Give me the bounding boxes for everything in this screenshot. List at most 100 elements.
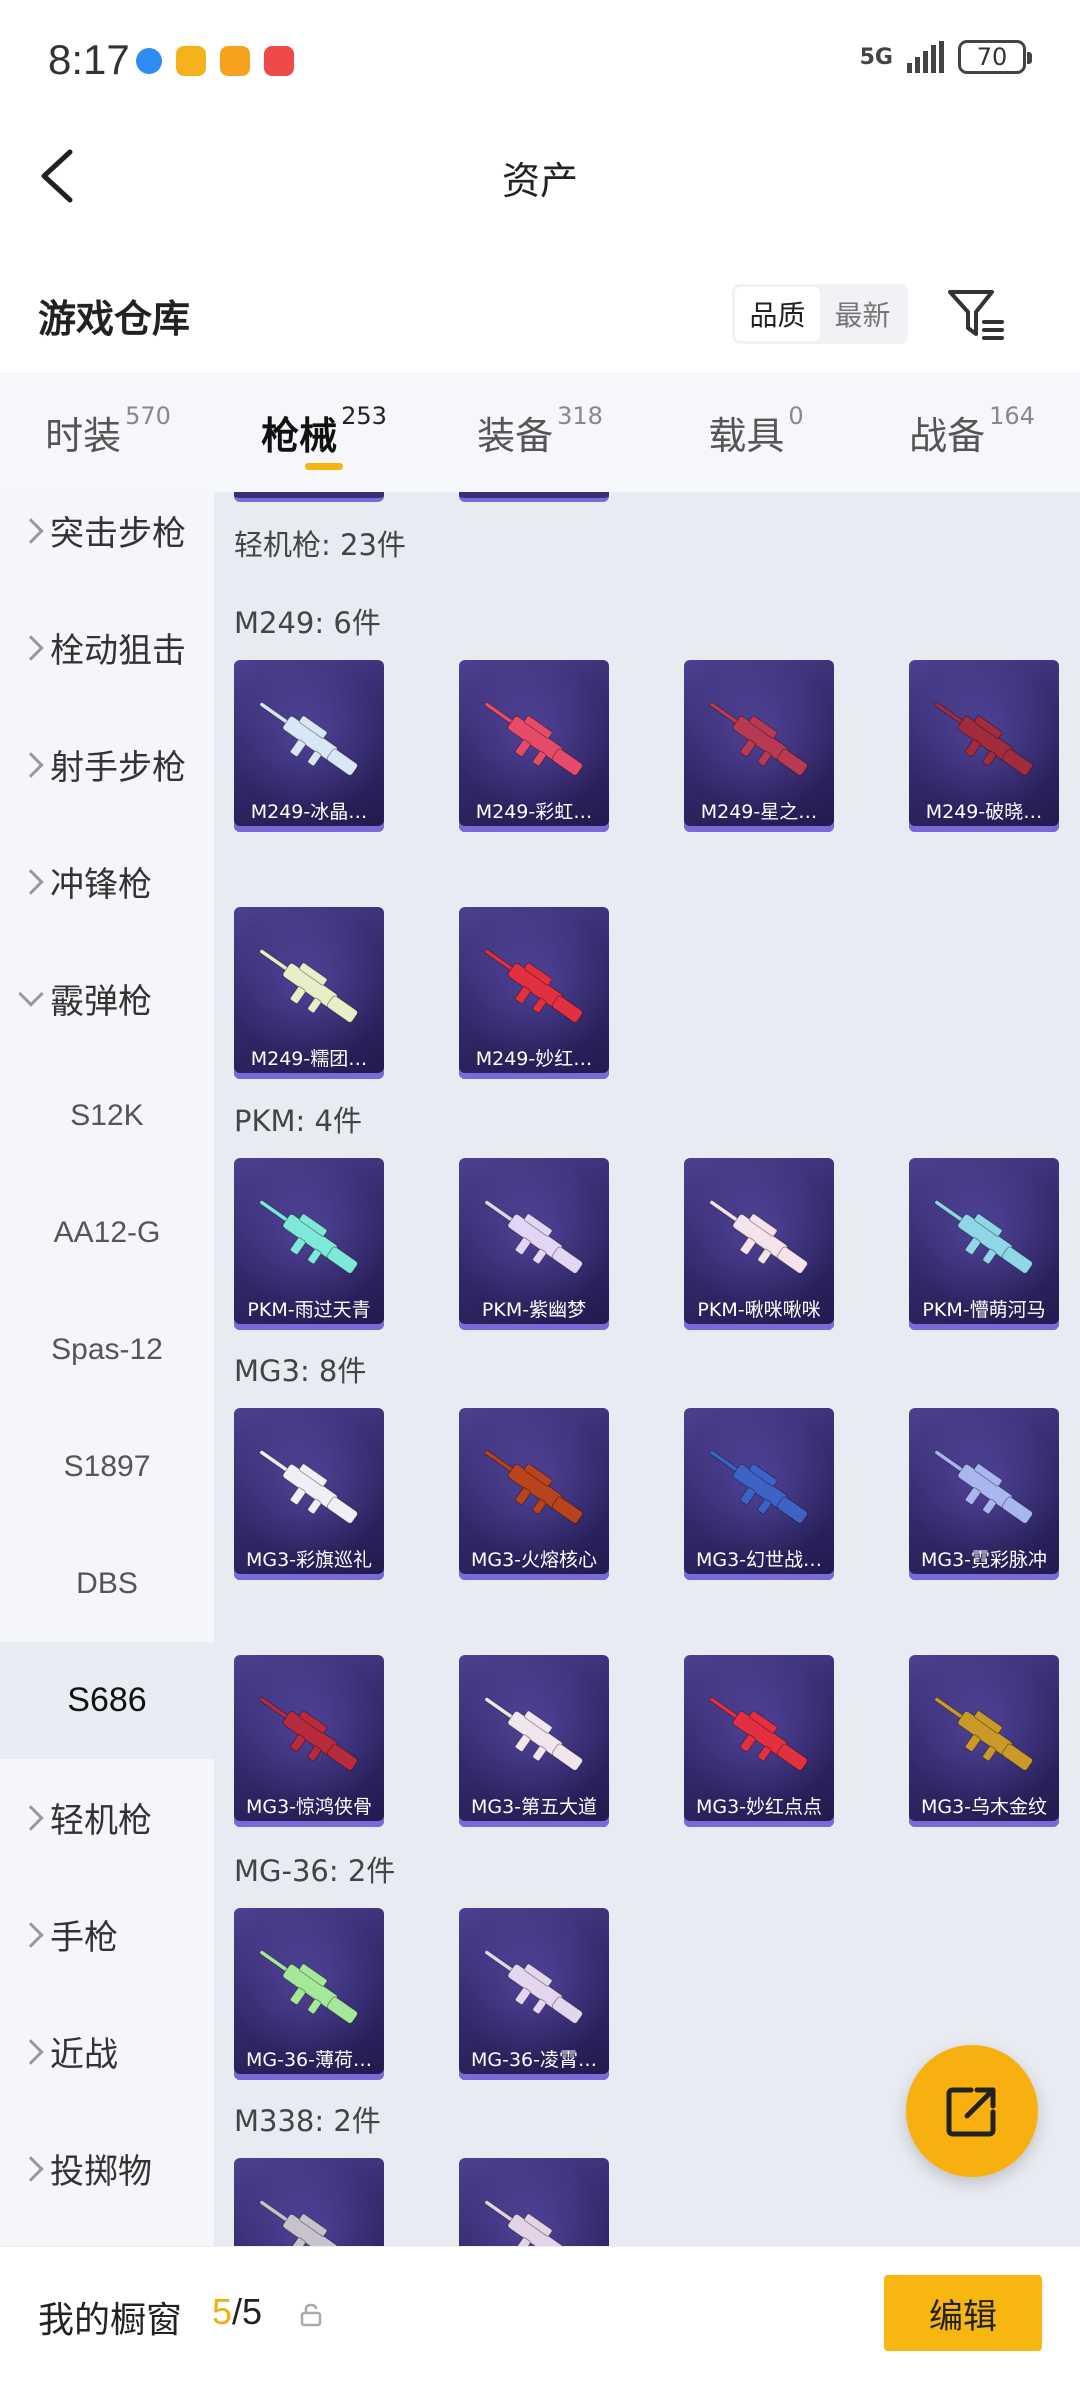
weapon-card[interactable]: MG3-乌木金纹: [909, 1655, 1059, 1827]
weapon-card-name: MG-36-凌霄…: [470, 2049, 597, 2071]
lock-icon: [300, 2303, 322, 2327]
category-tabs: 时装 570 枪械 253 装备 318 载具 0 战备 164: [0, 372, 1080, 492]
sidebar-item-label: 栓动狙击: [50, 631, 186, 671]
sidebar-group[interactable]: 突击步枪: [0, 492, 214, 589]
sidebar-subitem[interactable]: S686: [0, 1642, 214, 1759]
tab-count: 570: [125, 402, 171, 430]
weapon-type-sidebar: 突击步枪栓动狙击射手步枪冲锋枪霰弹枪 S12K AA12-G Spas-12 S1897…: [0, 492, 214, 2246]
weapon-card[interactable]: [234, 2158, 384, 2246]
weapon-card[interactable]: M249-妙红…: [459, 907, 609, 1079]
weapon-card[interactable]: M249-星之…: [684, 660, 834, 832]
edit-button[interactable]: 编辑: [884, 2275, 1042, 2351]
sidebar-item-label: 冲锋枪: [50, 865, 152, 905]
weapon-skin-image: [484, 702, 583, 776]
weapon-card[interactable]: PKM-雨过天青: [234, 1158, 384, 1330]
weapon-skin-image: [484, 1200, 583, 1274]
sort-quality[interactable]: 品质: [735, 287, 820, 341]
sidebar-group[interactable]: 霰弹枪: [0, 940, 214, 1057]
weapon-card[interactable]: MG3-火熔核心: [459, 1408, 609, 1580]
sidebar-subitem[interactable]: S12K: [0, 1057, 214, 1174]
battery-level: 70: [976, 43, 1008, 71]
showcase-total: /5: [232, 2291, 263, 2332]
filter-button[interactable]: [944, 282, 1008, 346]
bottom-bar: 我的橱窗 5/5 编辑: [0, 2246, 1080, 2381]
tab-equipment[interactable]: 装备 318: [432, 372, 648, 492]
weapon-card-name: MG3-第五大道: [470, 1796, 598, 1818]
sidebar-subitem[interactable]: DBS: [0, 1525, 214, 1642]
chevron-right-icon: [18, 2155, 44, 2182]
sidebar-subitem[interactable]: Spas-12: [0, 1291, 214, 1408]
sidebar-group[interactable]: 射手步枪: [0, 706, 214, 823]
sidebar-item-label: 轻机枪: [50, 1801, 152, 1841]
filter-icon: [948, 290, 1004, 340]
weapon-card-name: MG3-火熔核心: [470, 1549, 598, 1571]
tab-battle-gear[interactable]: 战备 164: [864, 372, 1080, 492]
weapon-card-name: MG-36-薄荷…: [245, 2049, 372, 2071]
weapon-card[interactable]: MG3-彩旗巡礼: [234, 1408, 384, 1580]
status-time: 8:17: [48, 36, 130, 83]
weapon-card-name: M249-冰晶…: [250, 801, 368, 823]
weapon-card-name: PKM-雨过天青: [247, 1299, 371, 1321]
chevron-right-icon: [18, 1804, 44, 1831]
sidebar-group[interactable]: 栓动狙击: [0, 589, 214, 706]
browser-app-icon: [136, 48, 162, 74]
chevron-right-icon: [18, 634, 44, 661]
weapon-card[interactable]: PKM-紫幽梦: [459, 1158, 609, 1330]
sidebar-item-label: Spas-12: [51, 1332, 163, 1366]
video-app-icon: [220, 46, 250, 76]
weapon-card[interactable]: MG3-霓彩脉冲: [909, 1408, 1059, 1580]
sidebar-group[interactable]: 手枪: [0, 1876, 214, 1993]
sidebar-item-label: AA12-G: [53, 1215, 161, 1249]
weapon-card-name: PKM-啾咪啾咪: [697, 1299, 821, 1321]
app-notification-icon: [176, 46, 206, 76]
sidebar-subitem[interactable]: S1897: [0, 1408, 214, 1525]
weapon-group-heading: M249: 6件: [234, 606, 381, 640]
tab-count: 0: [788, 402, 804, 430]
tab-firearms[interactable]: 枪械 253: [216, 372, 432, 492]
weapon-card[interactable]: MG3-第五大道: [459, 1655, 609, 1827]
weapon-card[interactable]: PKM-啾咪啾咪: [684, 1158, 834, 1330]
battery-icon: 70: [958, 40, 1032, 74]
weapon-card-name: MG3-乌木金纹: [920, 1796, 1048, 1818]
tab-vehicles[interactable]: 载具 0: [648, 372, 864, 492]
chevron-right-icon: [18, 1921, 44, 1948]
weapon-card[interactable]: M249-破晓…: [909, 660, 1059, 832]
weapon-skin-image: [484, 2200, 563, 2246]
weapon-card[interactable]: M249-冰晶…: [234, 660, 384, 832]
tab-count: 253: [341, 402, 387, 430]
sidebar-item-label: 近战: [50, 2035, 118, 2075]
weapon-card[interactable]: M249-糯团…: [234, 907, 384, 1079]
weapon-skin-image: [259, 1950, 358, 2024]
sidebar-group[interactable]: 投掷物: [0, 2110, 214, 2227]
sidebar-group[interactable]: 轻机枪: [0, 1759, 214, 1876]
sidebar-item-label: S686: [67, 1681, 147, 1719]
sort-newest[interactable]: 最新: [820, 287, 905, 341]
weapon-card[interactable]: MG3-惊鸿侠骨: [234, 1655, 384, 1827]
weapon-card[interactable]: [459, 2158, 609, 2246]
tab-fashion[interactable]: 时装 570: [0, 372, 216, 492]
weapon-skin-image: [934, 1450, 1033, 1524]
weapon-card[interactable]: MG-36-凌霄…: [459, 1908, 609, 2080]
weapon-skin-image: [484, 1697, 583, 1771]
weapon-skin-image: [484, 949, 583, 1023]
weapon-card-name: MG3-惊鸿侠骨: [245, 1796, 373, 1818]
sidebar-subitem[interactable]: AA12-G: [0, 1174, 214, 1291]
sort-toggle: 品质 最新: [732, 284, 908, 344]
sidebar-group[interactable]: 冲锋枪: [0, 823, 214, 940]
weapon-card[interactable]: MG3-妙红点点: [684, 1655, 834, 1827]
weapon-card[interactable]: PKM-懵萌河马: [909, 1158, 1059, 1330]
weapon-skin-image: [934, 1200, 1033, 1274]
red-app-icon: [264, 46, 294, 76]
weapon-skin-image: [259, 2200, 338, 2246]
weapon-card-name: M249-糯团…: [250, 1048, 368, 1070]
weapon-card[interactable]: MG3-幻世战…: [684, 1408, 834, 1580]
sidebar-item-label: S1897: [63, 1449, 151, 1483]
weapon-card-name: MG3-彩旗巡礼: [245, 1549, 373, 1571]
sidebar-group[interactable]: 近战: [0, 1993, 214, 2110]
share-button[interactable]: [906, 2045, 1038, 2177]
weapon-skin-image: [709, 1697, 808, 1771]
weapon-skin-image: [484, 1450, 583, 1524]
tab-label: 时装: [45, 413, 122, 458]
weapon-card[interactable]: M249-彩虹…: [459, 660, 609, 832]
weapon-card[interactable]: MG-36-薄荷…: [234, 1908, 384, 2080]
